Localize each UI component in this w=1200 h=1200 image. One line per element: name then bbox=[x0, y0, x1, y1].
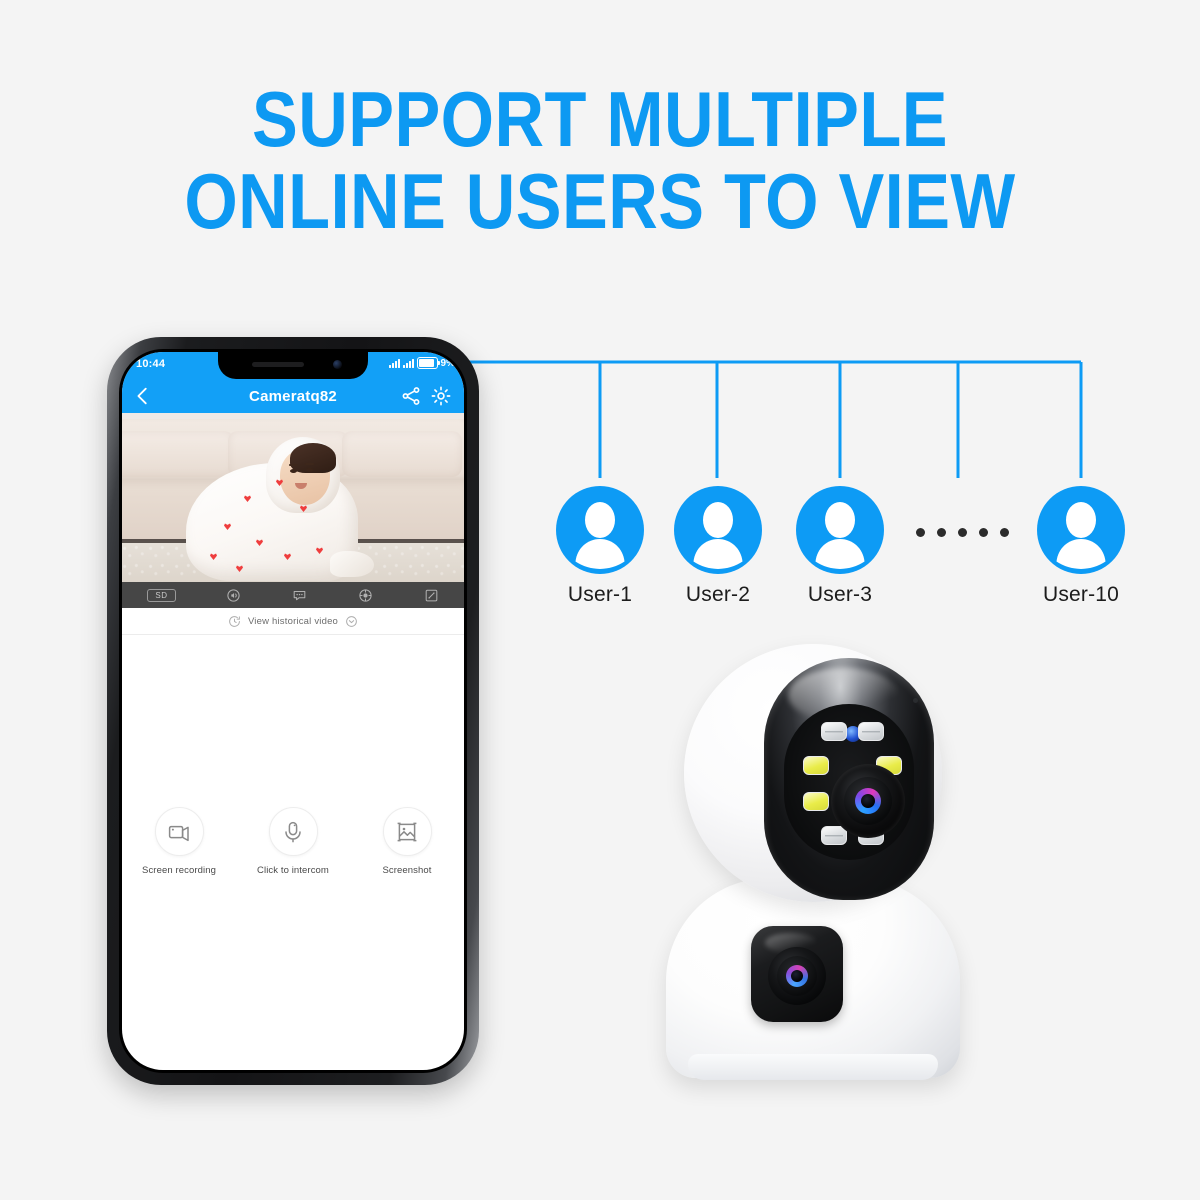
intercom-button[interactable]: Click to intercom bbox=[247, 807, 339, 876]
headline-line-2: ONLINE USERS TO VIEW bbox=[184, 157, 1016, 245]
baby-eye bbox=[306, 468, 313, 472]
camera-head bbox=[684, 644, 942, 902]
baby-brow bbox=[305, 463, 314, 465]
chevron-down-icon[interactable] bbox=[345, 615, 358, 628]
baby-hair bbox=[290, 443, 336, 473]
page-title: SUPPORT MULTIPLE ONLINE USERS TO VIEW bbox=[72, 78, 1128, 242]
upper-camera-lens bbox=[831, 764, 905, 838]
baby-brow bbox=[289, 464, 298, 466]
headline-line-1: SUPPORT MULTIPLE bbox=[252, 75, 948, 163]
signal-bars-icon bbox=[388, 358, 400, 368]
led-ring bbox=[784, 704, 914, 860]
intercom-label: Click to intercom bbox=[257, 865, 329, 876]
user-label-10: User-10 bbox=[1042, 583, 1120, 606]
baby-eye bbox=[290, 469, 297, 473]
video-baby-subject bbox=[180, 431, 374, 582]
speaker-icon[interactable] bbox=[226, 588, 241, 603]
video-toolbar: SD bbox=[122, 582, 464, 608]
battery-percent: 9% bbox=[440, 357, 455, 369]
ellipsis-dot bbox=[979, 528, 988, 537]
user-item-1[interactable]: User-1 bbox=[552, 486, 648, 607]
user-item-10[interactable]: User-10 bbox=[1033, 486, 1129, 607]
live-video-feed[interactable] bbox=[122, 413, 464, 582]
ellipsis-dot bbox=[937, 528, 946, 537]
dual-lens-ptz-camera bbox=[648, 636, 978, 1088]
screenshot-button[interactable]: Screenshot bbox=[361, 807, 453, 876]
user-item-2[interactable]: User-2 bbox=[670, 486, 766, 607]
lower-camera-lens bbox=[768, 947, 826, 1005]
screen-recording-button[interactable]: Screen recording bbox=[133, 807, 225, 876]
user-avatar-icon bbox=[674, 486, 762, 574]
ellipsis-indicator bbox=[916, 528, 1009, 537]
phone-notch bbox=[218, 352, 368, 379]
ellipsis-dot bbox=[1000, 528, 1009, 537]
screenshot-icon-wrap bbox=[382, 807, 432, 856]
camera-faceplate bbox=[764, 658, 934, 900]
clock-history-icon bbox=[229, 615, 240, 627]
microphone-hole-icon bbox=[913, 698, 918, 703]
ellipsis-dot bbox=[916, 528, 925, 537]
user-item-3[interactable]: User-3 bbox=[792, 486, 888, 607]
status-time: 10:44 bbox=[136, 358, 166, 370]
phone-bezel: 10:44 9% Cameratq82 SD View historical v… bbox=[119, 349, 467, 1073]
ir-led bbox=[821, 722, 847, 741]
history-label: View historical video bbox=[247, 615, 339, 627]
signal-bars-icon-2 bbox=[402, 358, 414, 368]
screen-recording-icon-wrap bbox=[154, 807, 204, 856]
app-bar: Cameratq82 bbox=[122, 379, 464, 413]
ellipsis-dot bbox=[958, 528, 967, 537]
action-button-row: Screen recording Click to intercom Scree… bbox=[122, 807, 464, 876]
marketing-banner: SUPPORT MULTIPLE ONLINE USERS TO VIEW 10… bbox=[0, 0, 1200, 1200]
share-icon[interactable] bbox=[400, 385, 422, 407]
white-led bbox=[803, 756, 829, 775]
camera-base-foot bbox=[688, 1054, 938, 1080]
camcorder-icon bbox=[168, 825, 189, 841]
microphone-icon bbox=[285, 821, 301, 842]
gear-icon[interactable] bbox=[430, 385, 452, 407]
user-avatar-icon bbox=[556, 486, 644, 574]
intercom-icon-wrap bbox=[268, 807, 318, 856]
chat-bubble-icon[interactable] bbox=[292, 588, 307, 603]
blanket-tail bbox=[330, 551, 374, 577]
earpiece-speaker bbox=[252, 362, 304, 367]
user-avatar-icon bbox=[1037, 486, 1125, 574]
screenshot-label: Screenshot bbox=[382, 865, 432, 876]
user-label-2: User-2 bbox=[685, 583, 751, 606]
quality-sd-button[interactable]: SD bbox=[147, 588, 176, 602]
front-camera-icon bbox=[333, 360, 342, 369]
ptz-direction-icon[interactable] bbox=[358, 588, 373, 603]
phone-screen: 10:44 9% Cameratq82 SD View historical v… bbox=[122, 352, 464, 1070]
lens-pupil bbox=[791, 970, 803, 982]
status-indicators: 9% bbox=[388, 357, 455, 369]
user-label-1: User-1 bbox=[567, 583, 633, 606]
fullscreen-icon[interactable] bbox=[424, 588, 439, 603]
image-icon bbox=[397, 822, 417, 841]
battery-icon bbox=[416, 357, 440, 369]
lower-camera-module bbox=[751, 926, 843, 1022]
smartphone-mockup: 10:44 9% Cameratq82 SD View historical v… bbox=[107, 337, 479, 1085]
ir-led bbox=[858, 722, 884, 741]
white-led bbox=[803, 792, 829, 811]
screen-recording-label: Screen recording bbox=[142, 865, 216, 876]
user-label-3: User-3 bbox=[807, 583, 873, 606]
history-bar[interactable]: View historical video bbox=[122, 608, 464, 635]
lens-pupil bbox=[861, 794, 875, 808]
user-avatar-icon bbox=[796, 486, 884, 574]
user-list: User-1 User-2 User-3 User-10 bbox=[540, 486, 1160, 616]
